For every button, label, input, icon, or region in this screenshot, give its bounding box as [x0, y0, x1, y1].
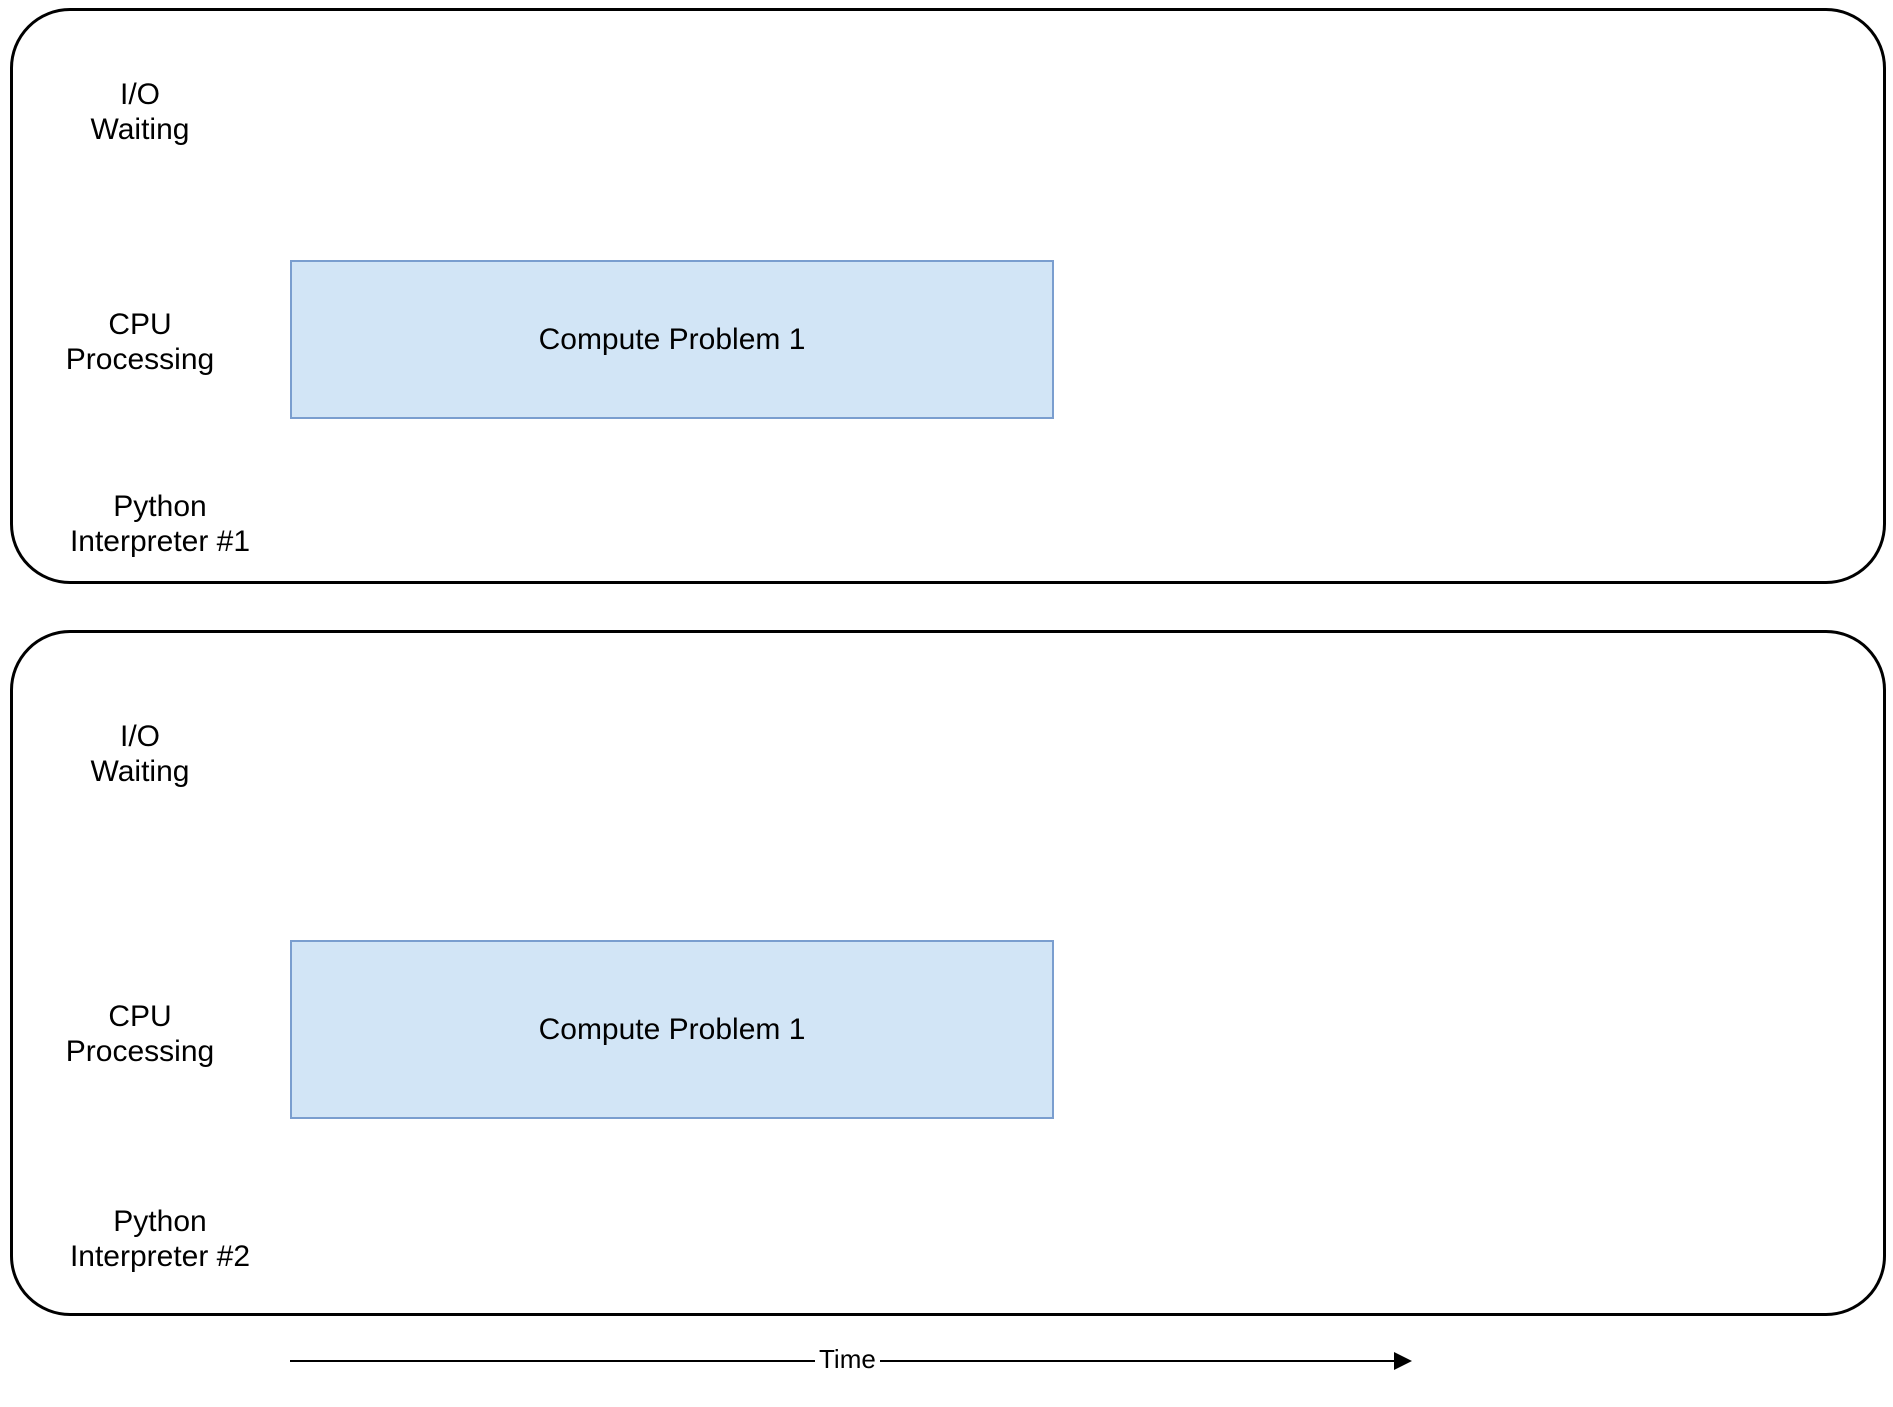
task-box-2: Compute Problem 1	[290, 940, 1054, 1119]
io-waiting-label-2: I/O Waiting	[70, 720, 210, 789]
task-box-1-label: Compute Problem 1	[539, 323, 806, 357]
io-waiting-label-1: I/O Waiting	[70, 78, 210, 147]
task-box-2-label: Compute Problem 1	[539, 1013, 806, 1047]
cpu-processing-label-1: CPU Processing	[40, 308, 240, 377]
cpu-processing-label-2: CPU Processing	[40, 1000, 240, 1069]
interpreter-label-2: Python Interpreter #2	[40, 1205, 280, 1274]
time-axis-label: Time	[815, 1344, 880, 1375]
task-box-1: Compute Problem 1	[290, 260, 1054, 419]
interpreter-label-1: Python Interpreter #1	[40, 490, 280, 559]
diagram-canvas: I/O Waiting CPU Processing Compute Probl…	[0, 0, 1893, 1407]
